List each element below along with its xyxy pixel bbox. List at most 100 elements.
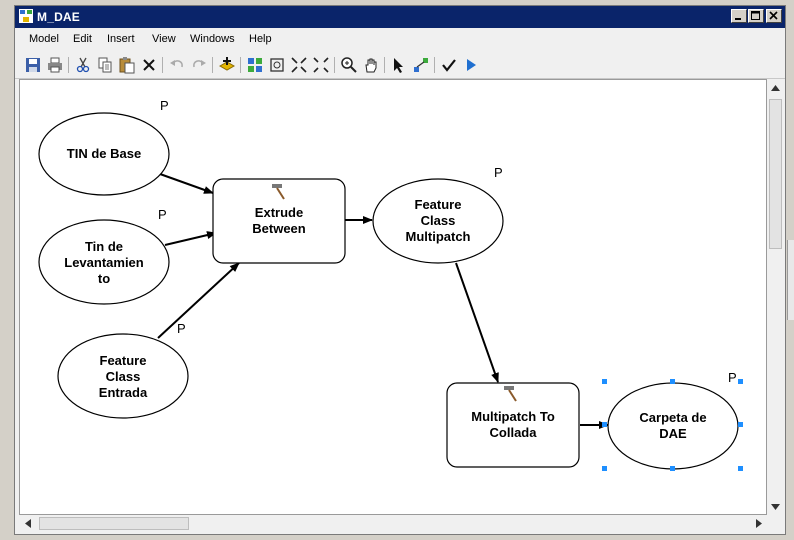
toolbar-separator — [240, 57, 241, 73]
parameter-marker: P — [158, 207, 167, 222]
full-extent-icon — [270, 58, 284, 72]
add-data-icon — [218, 57, 236, 71]
selection-handle[interactable] — [738, 422, 743, 427]
node-label: Entrada — [99, 385, 148, 400]
parameter-marker: P — [177, 321, 186, 336]
parameter-marker: P — [160, 98, 169, 113]
vertical-scrollbar[interactable] — [767, 79, 784, 515]
toolbar-separator — [384, 57, 385, 73]
redo-button[interactable] — [190, 56, 208, 74]
model-canvas[interactable]: TIN de Base P Tin de Levantamien to P Fe… — [19, 79, 767, 515]
add-data-button[interactable] — [218, 56, 236, 74]
model-diagram: TIN de Base P Tin de Levantamien to P Fe… — [38, 98, 743, 471]
node-tin-levantamiento[interactable]: Tin de Levantamien to — [38, 219, 170, 305]
connector-tin-base-to-extrude[interactable] — [159, 173, 214, 194]
selection-handle[interactable] — [738, 466, 743, 471]
toolbar-separator — [434, 57, 435, 73]
cut-icon — [76, 57, 90, 73]
arrow-up-icon — [771, 84, 780, 91]
node-label: Levantamien — [64, 255, 144, 270]
background-window-edge — [787, 240, 794, 320]
node-label: Extrude — [255, 205, 303, 220]
validate-button[interactable] — [440, 56, 458, 74]
selection-handle[interactable] — [670, 379, 675, 384]
connector-multipatch-to-collada[interactable] — [455, 262, 499, 383]
delete-button[interactable] — [140, 56, 158, 74]
scroll-down-button[interactable] — [767, 498, 784, 515]
scroll-left-button[interactable] — [19, 515, 36, 532]
maximize-button[interactable] — [748, 9, 764, 23]
vertical-scroll-thumb[interactable] — [769, 99, 782, 249]
node-label: to — [98, 271, 110, 286]
full-extent-button[interactable] — [268, 56, 286, 74]
print-button[interactable] — [46, 56, 64, 74]
menu-windows[interactable]: Windows — [190, 33, 235, 45]
zoom-out-fixed-button[interactable] — [312, 56, 330, 74]
node-extrude-between[interactable]: Extrude Between — [212, 178, 346, 264]
connect-icon — [414, 58, 428, 72]
scroll-right-button[interactable] — [750, 515, 767, 532]
node-label: Feature — [415, 197, 462, 212]
connector-feature-entrada-to-extrude[interactable] — [157, 262, 240, 339]
node-tin-de-base[interactable]: TIN de Base — [38, 112, 170, 196]
selection-handle[interactable] — [670, 466, 675, 471]
toolbar — [15, 52, 785, 79]
zoom-in-fixed-button[interactable] — [290, 56, 308, 74]
close-button[interactable] — [766, 9, 782, 23]
zoom-out-fixed-icon — [313, 57, 329, 73]
cut-button[interactable] — [74, 56, 92, 74]
paste-button[interactable] — [118, 56, 136, 74]
menu-edit[interactable]: Edit — [73, 33, 92, 45]
redo-icon — [193, 60, 206, 68]
node-label: Multipatch To — [471, 409, 555, 424]
menu-model[interactable]: Model — [29, 33, 59, 45]
minimize-button[interactable] — [731, 9, 747, 23]
run-button[interactable] — [462, 56, 480, 74]
horizontal-scroll-thumb[interactable] — [39, 517, 189, 530]
auto-layout-icon — [248, 58, 262, 72]
print-icon — [48, 57, 62, 73]
node-carpeta-de-dae[interactable]: Carpeta de DAE — [607, 382, 739, 470]
menu-view[interactable]: View — [152, 33, 176, 45]
connect-button[interactable] — [412, 56, 430, 74]
undo-icon — [170, 60, 183, 68]
scroll-up-button[interactable] — [767, 79, 784, 96]
auto-layout-button[interactable] — [246, 56, 264, 74]
node-feature-class-entrada[interactable]: Feature Class Entrada — [57, 333, 189, 419]
selection-handle[interactable] — [738, 379, 743, 384]
node-feature-class-multipatch[interactable]: Feature Class Multipatch — [372, 178, 504, 264]
select-icon — [394, 58, 403, 73]
select-button[interactable] — [390, 56, 408, 74]
save-icon — [26, 58, 40, 72]
pan-button[interactable] — [362, 56, 380, 74]
copy-button[interactable] — [96, 56, 114, 74]
scrollbar-corner — [767, 515, 784, 532]
menu-insert[interactable]: Insert — [107, 33, 135, 45]
node-label: Tin de — [85, 239, 123, 254]
toolbar-separator — [334, 57, 335, 73]
connector-tin-levantamiento-to-extrude[interactable] — [164, 231, 217, 246]
parameter-marker: P — [728, 370, 737, 385]
zoom-in-fixed-icon — [291, 57, 307, 73]
menu-help[interactable]: Help — [249, 33, 272, 45]
zoom-button[interactable] — [340, 56, 358, 74]
title-bar[interactable]: M_DAE — [15, 6, 785, 28]
node-multipatch-to-collada[interactable]: Multipatch To Collada — [446, 382, 580, 468]
maximize-icon — [751, 11, 760, 20]
selection-handle[interactable] — [602, 422, 607, 427]
node-label: Class — [421, 213, 456, 228]
zoom-icon — [341, 57, 357, 73]
toolbar-separator — [212, 57, 213, 73]
toolbar-separator — [162, 57, 163, 73]
node-label: Collada — [490, 425, 538, 440]
undo-button[interactable] — [168, 56, 186, 74]
selection-handle[interactable] — [602, 466, 607, 471]
menu-bar: Model Edit Insert View Windows Help — [15, 29, 785, 51]
arrow-left-icon — [24, 519, 31, 528]
save-button[interactable] — [24, 56, 42, 74]
validate-icon — [442, 59, 456, 72]
selection-handle[interactable] — [602, 379, 607, 384]
horizontal-scrollbar[interactable] — [19, 515, 767, 532]
window-title: M_DAE — [37, 10, 81, 24]
close-icon — [769, 11, 778, 20]
